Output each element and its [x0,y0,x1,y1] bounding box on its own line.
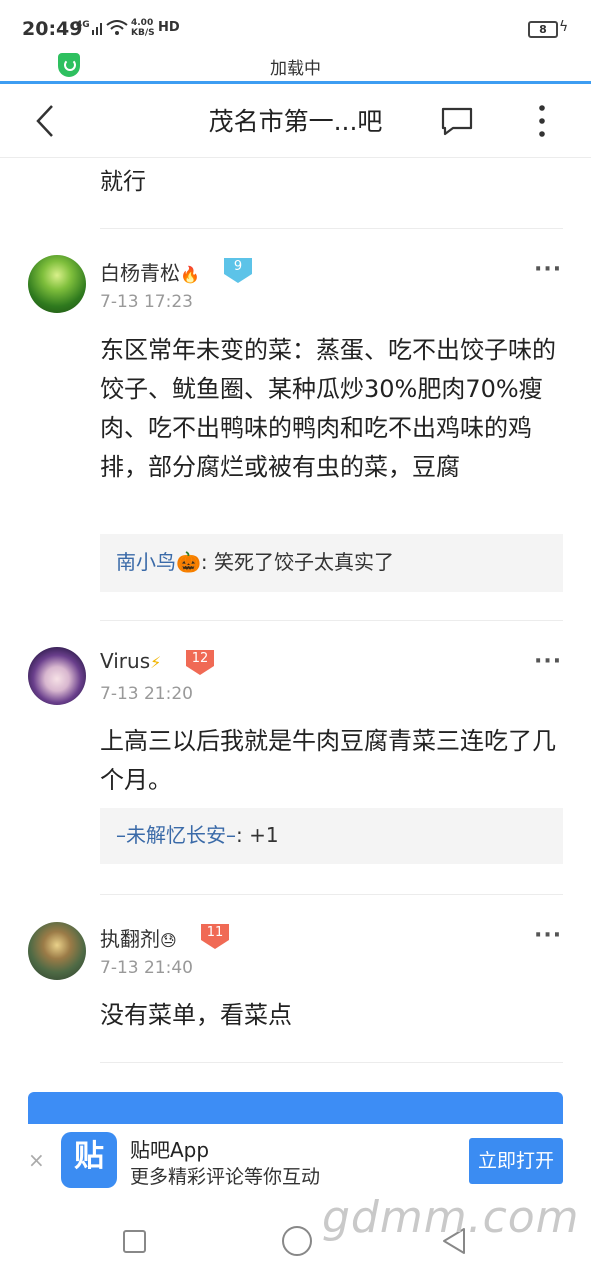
divider [100,1062,563,1063]
user-emoji: ⚡ [150,653,162,672]
level-badge: 11 [199,922,231,950]
open-app-button[interactable]: 立即打开 [469,1138,563,1184]
post-body: 没有菜单，看菜点 [100,1001,292,1029]
comment-icon[interactable] [440,106,474,136]
divider [100,620,563,621]
status-time: 20:49 [22,18,83,40]
reply-box[interactable]: –未解忆长安–: +1 [100,808,563,864]
level-number: 9 [233,259,243,274]
more-vertical-icon[interactable] [530,102,554,140]
app-subtitle: 更多精彩评论等你互动 [130,1166,321,1188]
level-number: 12 [191,651,209,666]
close-icon[interactable]: × [28,1148,45,1172]
username-text[interactable]: 执翻剂 [100,927,160,951]
level-badge: 12 [184,648,216,676]
username[interactable]: 白杨青松🔥 [100,257,200,286]
charging-icon: ϟ [559,19,569,35]
speed-unit: KB/S [131,28,155,38]
speed-value: 4.00 [131,18,154,28]
level-number: 11 [206,925,224,940]
reply-text: : +1 [236,823,279,847]
username[interactable]: Virus⚡ [100,649,161,673]
post-more-icon[interactable]: ··· [534,257,562,282]
divider [100,894,563,895]
post-more-icon[interactable]: ··· [534,649,562,674]
user-emoji: 🔥 [180,265,200,284]
previous-post-tail: 就行 [100,169,146,195]
reply-username[interactable]: –未解忆长安– [116,823,236,847]
level-badge: 9 [222,256,254,284]
wifi-icon [106,20,128,35]
reply-username[interactable]: 南小鸟🎃 [116,550,201,574]
post-time: 7-13 17:23 [100,292,193,312]
loading-row: 加载中 [0,48,591,82]
back-arrow-icon[interactable] [32,102,62,140]
username-text[interactable]: 白杨青松 [100,261,180,285]
network-speed: 4.00 KB/S [131,18,155,38]
avatar[interactable] [28,922,86,980]
avatar[interactable] [28,647,86,705]
divider [100,228,563,229]
reply-text: : 笑死了饺子太真实了 [200,550,395,574]
post-body: 东区常年未变的菜：蒸蛋、吃不出饺子味的饺子、鱿鱼圈、某种瓜炒30%肥肉70%瘦肉… [100,336,556,481]
app-name: 贴吧App [130,1138,210,1162]
post-time: 7-13 21:40 [100,958,193,978]
app-download-banner: × 贴 贴吧App 更多精彩评论等你互动 立即打开 [0,1124,591,1200]
signal-bars-icon [92,23,102,35]
signal-icon: 4G [76,20,90,30]
watermark: gdmm.com [322,1192,580,1243]
home-icon[interactable] [282,1226,312,1256]
loading-text: 加载中 [270,59,321,79]
hd-icon: HD [158,20,180,35]
avatar[interactable] [28,255,86,313]
username-text[interactable]: Virus [100,649,150,673]
post-body: 上高三以后我就是牛肉豆腐青菜三连吃了几个月。 [100,727,556,794]
user-emoji: 😓 [160,931,177,950]
page-title: 茂名市第一...吧 [208,107,383,136]
recents-icon[interactable] [123,1230,146,1253]
post-time: 7-13 21:20 [100,684,193,704]
status-bar: 20:49 4G 4.00 KB/S HD 8 ϟ [0,0,591,52]
tieba-logo-icon: 贴 [61,1132,117,1188]
post-more-icon[interactable]: ··· [534,923,562,948]
top-nav-bar: 茂名市第一...吧 [0,84,591,158]
battery-icon: 8 [528,21,558,38]
username[interactable]: 执翻剂😓 [100,923,177,952]
reply-box[interactable]: 南小鸟🎃: 笑死了饺子太真实了 [100,534,563,592]
